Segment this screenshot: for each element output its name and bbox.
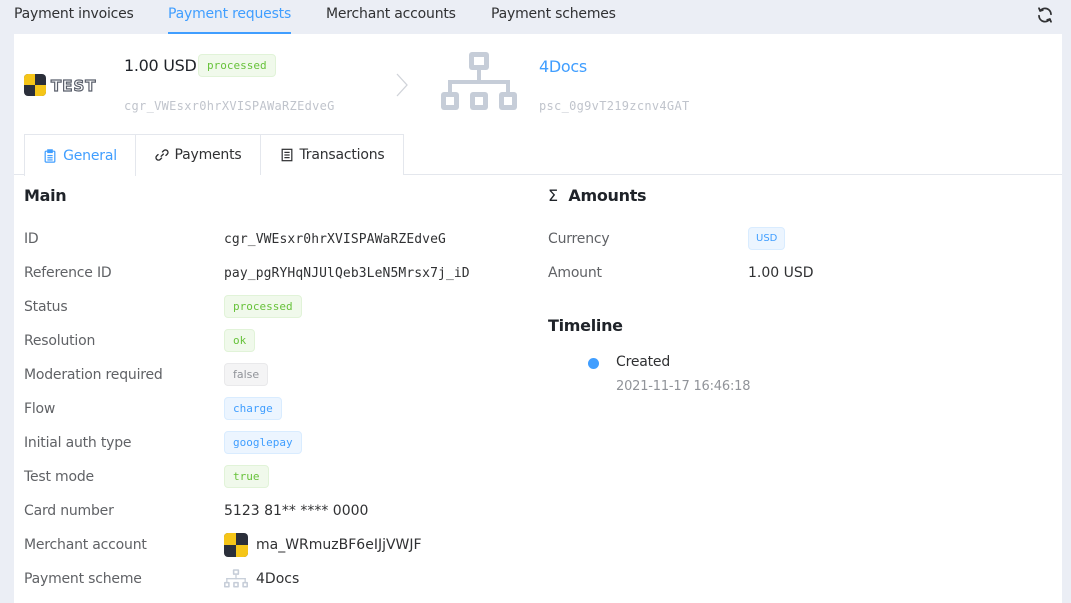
tab-payments[interactable]: Payments <box>135 134 261 175</box>
tab-general[interactable]: General <box>24 134 136 176</box>
request-amount: 1.00 USD <box>124 56 197 75</box>
row-value-amount: 1.00 USD <box>748 265 814 281</box>
auth-type-tag: googlepay <box>224 431 302 454</box>
tab-general-label: General <box>63 147 117 164</box>
row-label-id: ID <box>24 231 39 247</box>
row-value-card-number: 5123 81** **** 0000 <box>224 503 369 519</box>
test-mode-tag: true <box>224 465 269 488</box>
tab-transactions-label: Transactions <box>299 147 385 163</box>
amounts-section-title: Σ Amounts <box>548 186 647 205</box>
timeline-event-title: Created <box>616 354 671 370</box>
scheme-name-link[interactable]: 4Docs <box>539 57 587 76</box>
chevron-right-icon <box>396 73 408 97</box>
row-label-payment-scheme: Payment scheme <box>24 571 142 587</box>
merchant-account-link[interactable]: ma_WRmuzBF6eIJjVWJF <box>224 533 422 557</box>
row-label-amount: Amount <box>548 265 602 281</box>
merchant-account-id: ma_WRmuzBF6eIJjVWJF <box>256 537 422 553</box>
row-label-currency: Currency <box>548 231 610 247</box>
row-label-flow: Flow <box>24 401 56 417</box>
scheme-hierarchy-icon <box>441 52 517 110</box>
nav-tab-payment-invoices[interactable]: Payment invoices <box>14 6 134 34</box>
tab-transactions[interactable]: Transactions <box>260 134 404 175</box>
merchant-logo: TEST <box>24 74 104 96</box>
timeline-dot <box>588 358 599 369</box>
row-value-reference-id: pay_pgRYHqNJUlQeb3LeN5Mrsx7j_iD <box>224 266 470 281</box>
main-section-title: Main <box>24 186 67 205</box>
scheme-id: psc_0g9vT219zcnv4GAT <box>539 99 690 113</box>
detail-tabs: General Payments Transactions <box>14 134 1062 176</box>
moderation-tag: false <box>224 363 269 386</box>
row-label-status: Status <box>24 299 68 315</box>
currency-tag: USD <box>748 227 786 250</box>
nav-tab-payment-requests[interactable]: Payment requests <box>168 6 291 34</box>
receipt-icon <box>281 148 292 162</box>
row-label-test-mode: Test mode <box>24 469 94 485</box>
payment-scheme-name: 4Docs <box>256 571 300 587</box>
resolution-tag: ok <box>224 329 256 352</box>
row-label-card-number: Card number <box>24 503 114 519</box>
clipboard-icon <box>44 148 56 163</box>
payment-scheme-link[interactable]: 4Docs <box>224 569 299 589</box>
timeline-event-time: 2021-11-17 16:46:18 <box>616 379 751 394</box>
nav-tab-payment-schemes[interactable]: Payment schemes <box>491 6 616 34</box>
tab-payments-label: Payments <box>174 147 242 163</box>
request-id: cgr_VWEsxr0hrXVISPAWaRZEdveG <box>124 99 335 113</box>
status-badge: processed <box>198 54 276 77</box>
status-tag: processed <box>224 295 302 318</box>
row-label-moderation-required: Moderation required <box>24 367 163 383</box>
row-value-id: cgr_VWEsxr0hrXVISPAWaRZEdveG <box>224 232 446 247</box>
sigma-icon: Σ <box>548 186 558 205</box>
scheme-hierarchy-icon <box>224 569 248 588</box>
link-icon <box>154 149 169 161</box>
merchant-logo-icon <box>224 533 248 557</box>
payment-request-card: TEST 1.00 USD processed cgr_VWEsxr0hrXVI… <box>14 34 1062 603</box>
row-label-merchant-account: Merchant account <box>24 537 147 553</box>
row-label-initial-auth-type: Initial auth type <box>24 435 132 451</box>
row-label-reference-id: Reference ID <box>24 265 112 281</box>
row-label-resolution: Resolution <box>24 333 96 349</box>
flow-tag: charge <box>224 397 282 420</box>
svg-text:TEST: TEST <box>51 77 97 95</box>
nav-tab-merchant-accounts[interactable]: Merchant accounts <box>326 6 456 34</box>
top-navigation: Payment invoices Payment requests Mercha… <box>0 0 1071 34</box>
timeline-section-title: Timeline <box>548 316 623 335</box>
refresh-icon[interactable] <box>1036 6 1054 24</box>
